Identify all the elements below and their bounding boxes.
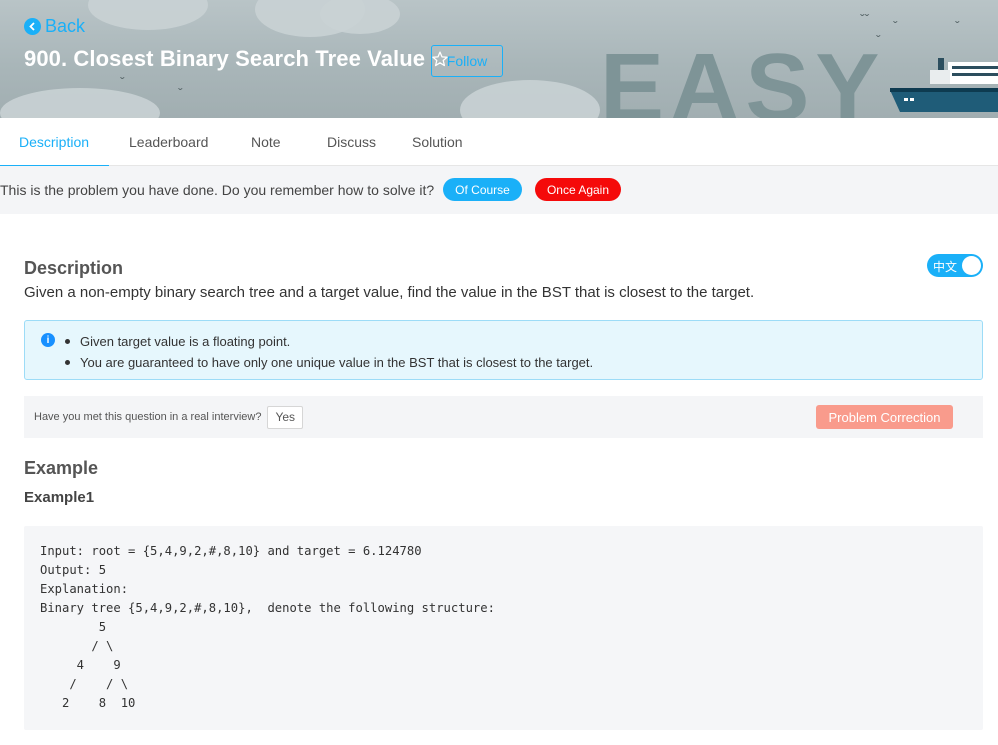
done-reminder-bar: This is the problem you have done. Do yo… [0,166,998,214]
description-heading: Description [24,258,124,278]
language-toggle-label: 中文 [933,260,958,274]
problem-tabs: Description Leaderboard Note Discuss Sol… [0,118,998,167]
bird-decoration: ˇ [876,32,881,48]
problem-banner: EASY ˇˇ ˇ ˇ ˇ ˇ ˇ Back 900. Closest Bina… [0,0,998,118]
tab-note[interactable]: Note [251,118,281,166]
bird-decoration: ˇ [178,85,183,101]
bird-decoration: ˇ [120,74,125,90]
bird-decoration: ˇ [955,18,960,34]
notes-box: i Given target value is a floating point… [24,320,983,380]
tab-leaderboard[interactable]: Leaderboard [129,118,208,166]
difficulty-watermark: EASY [600,34,886,119]
notes-list: Given target value is a floating point. … [63,331,593,373]
tab-discuss[interactable]: Discuss [327,118,376,166]
example-code: Input: root = {5,4,9,2,#,8,10} and targe… [40,544,495,710]
interview-question: Have you met this question in a real int… [34,411,262,423]
example-code-block: Input: root = {5,4,9,2,#,8,10} and targe… [24,526,983,730]
toggle-knob [962,256,981,275]
once-again-button[interactable]: Once Again [535,178,621,201]
follow-button[interactable]: Follow [431,45,503,77]
cloud-decoration [0,88,160,118]
problem-title-text: 900. Closest Binary Search Tree Value [24,46,426,71]
note-item: You are guaranteed to have only one uniq… [63,352,593,373]
tab-solution[interactable]: Solution [412,118,463,166]
problem-description: Given a non-empty binary search tree and… [24,284,755,301]
done-reminder-text: This is the problem you have done. Do yo… [0,182,435,198]
page-title: 900. Closest Binary Search Tree Value [24,46,449,72]
info-icon: i [41,333,55,347]
note-item: Given target value is a floating point. [63,331,593,352]
ship-illustration [890,58,998,112]
of-course-button[interactable]: Of Course [443,178,522,201]
bird-decoration: ˇ [893,18,898,34]
cloud-decoration [88,0,208,30]
back-label: Back [45,16,86,36]
yes-button[interactable]: Yes [267,405,304,429]
interview-bar: Have you met this question in a real int… [24,396,983,438]
example-heading: Example [24,458,99,478]
tab-description[interactable]: Description [0,118,110,167]
example-subheading: Example1 [24,489,95,506]
back-link[interactable]: Back [24,16,85,37]
cloud-decoration [460,80,600,118]
language-toggle[interactable]: 中文 [927,254,983,277]
bird-decoration: ˇˇ [860,11,870,27]
problem-correction-button[interactable]: Problem Correction [816,405,953,429]
chevron-left-icon [24,18,41,35]
